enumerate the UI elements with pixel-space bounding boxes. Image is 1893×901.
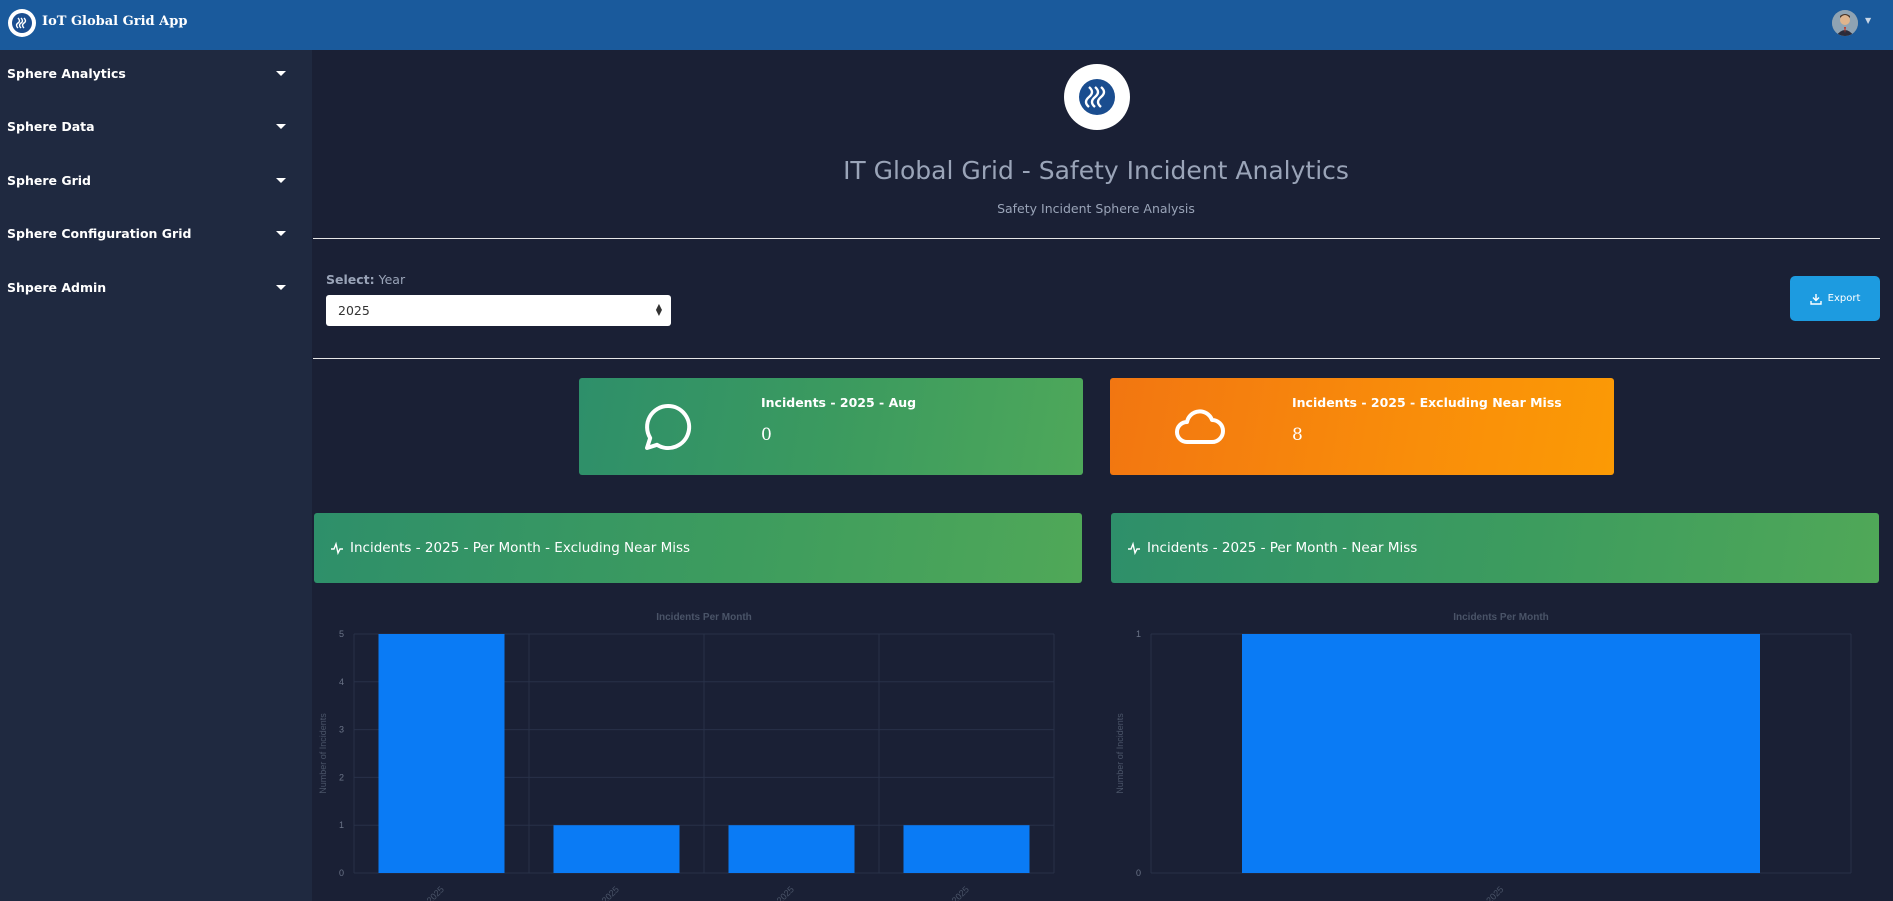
stat-card-year: Incidents - 2025 - Excluding Near Miss 8: [1110, 378, 1614, 475]
user-menu-caret-icon[interactable]: ▼: [1865, 16, 1871, 25]
y-tick-label: 1: [1136, 629, 1141, 639]
page-subtitle: Safety Incident Sphere Analysis: [997, 201, 1195, 216]
app-logo-icon[interactable]: [8, 9, 36, 37]
divider: [313, 358, 1880, 359]
chart-panel-header-excluding-near-miss: Incidents - 2025 - Per Month - Excluding…: [314, 513, 1082, 583]
stat-card-title: Incidents - 2025 - Excluding Near Miss: [1292, 395, 1562, 410]
sidebar-item-sphere-grid[interactable]: Sphere Grid: [0, 160, 312, 200]
y-tick-label: 5: [339, 629, 344, 639]
chevron-down-icon: [276, 230, 286, 236]
cloud-icon: [1175, 409, 1225, 444]
chart-title: Incidents Per Month: [1453, 612, 1549, 623]
bar[interactable]: [1242, 634, 1760, 873]
download-icon: [1809, 293, 1822, 305]
sidebar-item-label: Sphere Data: [7, 118, 95, 134]
y-tick-label: 2: [339, 772, 344, 782]
sidebar-item-label: Sphere Analytics: [7, 65, 126, 81]
stat-card-title: Incidents - 2025 - Aug: [761, 395, 916, 410]
hero-logo-icon: [1064, 64, 1130, 130]
chevron-down-icon: [276, 123, 286, 129]
bar[interactable]: [553, 825, 680, 873]
chart-title: Incidents Per Month: [656, 612, 752, 623]
x-tick-label: 2025: [775, 884, 796, 901]
y-tick-label: 4: [339, 677, 344, 687]
stat-card-title-bold: 2025: [1370, 395, 1406, 410]
select-arrows-icon: ▲ ▼: [655, 302, 662, 317]
divider: [313, 238, 1880, 239]
x-tick-label: 2025: [600, 884, 621, 901]
y-tick-label: 0: [1136, 868, 1141, 878]
y-tick-label: 3: [339, 725, 344, 735]
x-tick-label: 2025: [950, 884, 971, 901]
chevron-down-icon: [276, 177, 286, 183]
y-tick-label: 0: [339, 868, 344, 878]
year-select-value: 2025: [338, 303, 370, 318]
user-avatar[interactable]: [1832, 10, 1858, 36]
panel-title: Incidents - 2025 - Per Month - Excluding…: [350, 540, 691, 556]
chevron-down-icon: [276, 284, 286, 290]
export-button[interactable]: Export: [1790, 276, 1880, 321]
top-navbar: IoT Global Grid App ▼: [0, 0, 1893, 50]
chart-panel-header-near-miss: Incidents - 2025 - Per Month - Near Miss: [1111, 513, 1879, 583]
sidebar-item-sphere-data[interactable]: Sphere Data: [0, 106, 312, 146]
stat-card-value: 0: [761, 425, 772, 445]
panel-title: Incidents - 2025 - Per Month - Near Miss: [1147, 540, 1418, 556]
chevron-down-icon: [276, 70, 286, 76]
select-label-text: Year: [378, 272, 406, 287]
sidebar-item-label: Shpere Admin: [7, 279, 107, 295]
bar[interactable]: [378, 634, 505, 873]
sidebar-item-label: Sphere Configuration Grid: [7, 225, 192, 241]
bar-chart-excluding-near-miss: Incidents Per Month Number of Incidents 0 1…: [318, 612, 1055, 901]
activity-icon: [331, 541, 343, 555]
stat-card-value: 8: [1292, 425, 1303, 445]
activity-icon: [1128, 541, 1140, 555]
sidebar: Sphere Analytics Sphere Data Sphere Grid…: [0, 50, 312, 901]
sidebar-item-sphere-analytics[interactable]: Sphere Analytics: [0, 53, 312, 93]
stat-card-title-suffix: - Excluding Near Miss: [1405, 395, 1562, 410]
stat-card-month: Incidents - 2025 - Aug 0: [579, 378, 1083, 475]
sidebar-item-label: Sphere Grid: [7, 172, 91, 188]
stat-card-title-bold: 2025 - Aug: [839, 395, 917, 410]
chart-ylabel: Number of Incidents: [1115, 713, 1125, 794]
x-tick-label: 2025: [1484, 884, 1505, 901]
bar[interactable]: [728, 825, 855, 873]
x-tick-label: 2025: [425, 884, 446, 901]
y-tick-label: 1: [339, 820, 344, 830]
chat-bubble-icon: [645, 403, 692, 450]
stat-card-title-prefix: Incidents -: [761, 395, 840, 410]
select-label-bold: Select:: [326, 272, 375, 287]
bar[interactable]: [903, 825, 1030, 873]
page-title: IT Global Grid - Safety Incident Analyti…: [843, 156, 1349, 185]
year-select[interactable]: 2025 ▲ ▼: [326, 295, 671, 326]
app-title[interactable]: IoT Global Grid App: [42, 14, 187, 29]
bar-chart-near-miss: Incidents Per Month Number of Incidents 0 1…: [1115, 612, 1852, 901]
sidebar-item-shpere-admin[interactable]: Shpere Admin: [0, 267, 312, 307]
year-select-label: Select: Year: [326, 272, 405, 287]
sidebar-item-sphere-configuration-grid[interactable]: Sphere Configuration Grid: [0, 213, 312, 253]
export-button-label: Export: [1827, 293, 1861, 304]
stat-card-title-prefix: Incidents -: [1292, 395, 1371, 410]
chart-ylabel: Number of Incidents: [318, 713, 328, 794]
